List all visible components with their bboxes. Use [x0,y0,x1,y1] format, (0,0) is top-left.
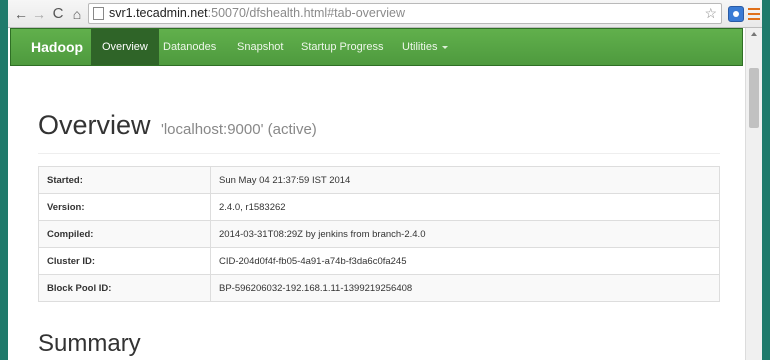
nav-utilities[interactable]: Utilities [402,29,449,65]
menu-icon[interactable] [748,5,760,21]
url-path: :50070/dfshealth.html#tab-overview [207,6,406,20]
row-value: BP-596206032-192.168.1.11-1399219256408 [210,274,720,302]
table-row: Compiled: 2014-03-31T08:29Z by jenkins f… [38,220,720,248]
summary-heading: Summary [38,330,141,357]
row-value: 2.4.0, r1583262 [210,193,720,221]
vertical-scrollbar[interactable] [745,28,762,360]
forward-arrow-icon[interactable]: → [30,5,48,23]
overview-table: Started: Sun May 04 21:37:59 IST 2014 Ve… [38,166,720,302]
table-row: Cluster ID: CID-204d0f4f-fb05-4a91-a74b-… [38,247,720,275]
page-title: Overview [38,110,151,140]
extension-icon[interactable] [728,6,744,22]
page-icon [93,7,104,20]
table-row: Started: Sun May 04 21:37:59 IST 2014 [38,166,720,194]
row-key: Block Pool ID: [38,274,211,302]
home-icon[interactable]: ⌂ [68,5,86,23]
row-key: Version: [38,193,211,221]
nav-startup-progress[interactable]: Startup Progress [301,29,384,65]
nav-datanodes[interactable]: Datanodes [163,29,216,65]
back-arrow-icon[interactable]: ← [12,5,30,23]
url-text: svr1.tecadmin.net:50070/dfshealth.html#t… [109,4,405,23]
url-host: svr1.tecadmin.net [109,6,208,20]
hadoop-navbar: Hadoop Overview Datanodes Snapshot Start… [10,28,743,66]
row-value: CID-204d0f4f-fb05-4a91-a74b-f3da6c0fa245 [210,247,720,275]
page-header: Overview 'localhost:9000' (active) [38,110,720,154]
caret-down-icon [442,45,449,49]
row-value: Sun May 04 21:37:59 IST 2014 [210,166,720,194]
row-value: 2014-03-31T08:29Z by jenkins from branch… [210,220,720,248]
bookmark-star-icon[interactable]: ☆ [704,4,717,23]
table-row: Block Pool ID: BP-596206032-192.168.1.11… [38,274,720,302]
browser-toolbar: ← → C ⌂ svr1.tecadmin.net:50070/dfshealt… [8,0,762,28]
table-row: Version: 2.4.0, r1583262 [38,193,720,221]
page-viewport: Hadoop Overview Datanodes Snapshot Start… [8,28,762,360]
browser-window: ← → C ⌂ svr1.tecadmin.net:50070/dfshealt… [8,0,762,360]
reload-icon[interactable]: C [49,5,67,23]
page-subtitle: 'localhost:9000' (active) [160,121,317,138]
nav-snapshot[interactable]: Snapshot [237,29,283,65]
row-key: Started: [38,166,211,194]
row-key: Compiled: [38,220,211,248]
brand-logo[interactable]: Hadoop [31,29,83,65]
row-key: Cluster ID: [38,247,211,275]
scroll-thumb[interactable] [749,68,759,128]
address-bar[interactable]: svr1.tecadmin.net:50070/dfshealth.html#t… [88,3,722,24]
nav-utilities-label: Utilities [402,41,438,53]
nav-overview[interactable]: Overview [91,29,159,65]
scroll-up-arrow-icon[interactable] [751,32,757,36]
